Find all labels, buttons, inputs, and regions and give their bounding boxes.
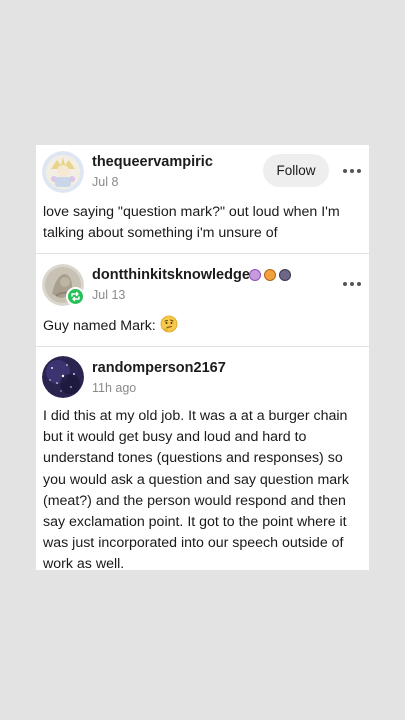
post-text: I did this at my old job. It was a at a … [43, 408, 350, 573]
dark-creature-badge [279, 269, 291, 281]
post-card: thequeervampiric Jul 8 Follow love sayin… [36, 145, 369, 572]
follow-button[interactable]: Follow [263, 154, 329, 187]
reblog-icon [66, 287, 85, 306]
avatar-image [42, 151, 84, 193]
post-text: Guy named Mark: [43, 315, 363, 340]
more-options-icon[interactable] [343, 167, 363, 175]
post-date: Jul 8 [92, 175, 119, 189]
avatar-randomperson2167[interactable] [42, 356, 84, 398]
post-text-content: Guy named Mark: [43, 318, 156, 334]
post-date: 11h ago [92, 381, 137, 395]
post-text: love saying "question mark?" out loud wh… [43, 204, 340, 241]
divider [36, 346, 369, 347]
avatar-image [42, 356, 84, 398]
more-options-icon[interactable] [343, 280, 363, 288]
thinking-face-emoji [160, 315, 178, 340]
purple-brain-badge [249, 269, 261, 281]
avatar-thequeervampiric[interactable] [42, 151, 84, 193]
orange-paw-badge [264, 269, 276, 281]
reblog-glyph [71, 291, 80, 302]
user-badges [249, 269, 291, 281]
post-date: Jul 13 [92, 288, 126, 302]
username[interactable]: randomperson2167 [92, 360, 226, 376]
divider [36, 253, 369, 254]
username[interactable]: dontthinkitsknowledge [92, 267, 250, 283]
username[interactable]: thequeervampiric [92, 154, 213, 170]
